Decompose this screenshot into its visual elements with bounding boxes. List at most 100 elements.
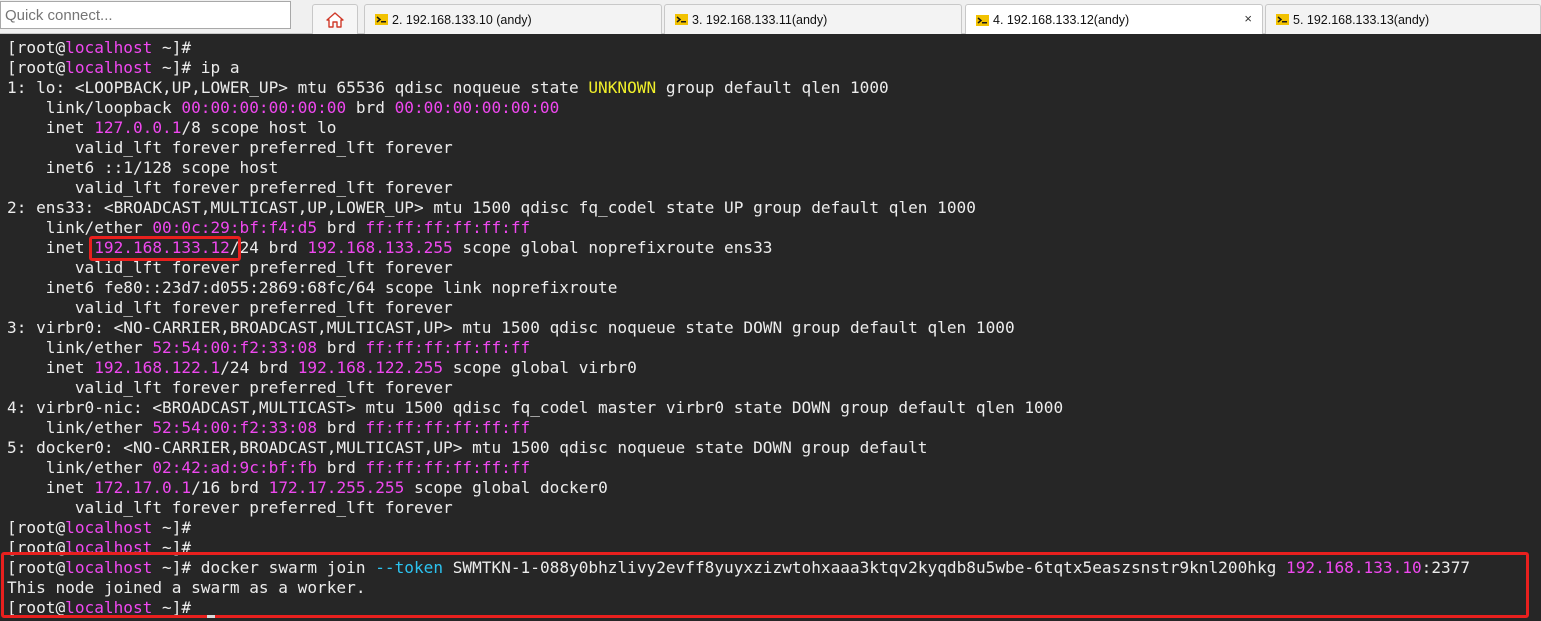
- terminal-line: inet 172.17.0.1/16 brd 172.17.255.255 sc…: [7, 478, 1470, 498]
- tab-bar: 2. 192.168.133.10 (andy) 3. 192.168.133.…: [0, 0, 1541, 35]
- terminal-text-segment: /24 brd: [220, 358, 298, 377]
- terminal-text-segment: link/ether: [7, 418, 153, 437]
- terminal-text-segment: brd: [317, 218, 366, 237]
- terminal-text-segment: ff:ff:ff:ff:ff:ff: [365, 418, 531, 437]
- terminal-line: valid_lft forever preferred_lft forever: [7, 178, 1470, 198]
- terminal-text-segment: inet6 fe80::23d7:d055:2869:68fc/64 scope…: [7, 278, 618, 297]
- terminal-line: inet 127.0.0.1/8 scope host lo: [7, 118, 1470, 138]
- terminal-text-segment: 1: lo: <LOOPBACK,UP,LOWER_UP> mtu 65536 …: [7, 78, 589, 97]
- terminal-text-segment: [root@: [7, 58, 66, 77]
- terminal-text-segment: link/ether: [7, 458, 153, 477]
- terminal-line: [root@localhost ~]#: [7, 518, 1470, 538]
- terminal-text-segment: 192.168.122.1: [94, 358, 221, 377]
- terminal-text-segment: ff:ff:ff:ff:ff:ff: [365, 458, 531, 477]
- terminal-text-segment: brd: [346, 98, 395, 117]
- terminal-text-segment: scope global noprefixroute ens33: [452, 238, 773, 257]
- terminal-text-segment: 192.168.122.255: [297, 358, 444, 377]
- terminal-line: [root@localhost ~]# ip a: [7, 58, 1470, 78]
- terminal-line: 4: virbr0-nic: <BROADCAST,MULTICAST> mtu…: [7, 398, 1470, 418]
- terminal-line: 3: virbr0: <NO-CARRIER,BROADCAST,MULTICA…: [7, 318, 1470, 338]
- quick-connect-input[interactable]: [0, 1, 291, 29]
- terminal-line: valid_lft forever preferred_lft forever: [7, 378, 1470, 398]
- terminal-text-segment: 52:54:00:f2:33:08: [152, 338, 318, 357]
- tab-session-2[interactable]: 2. 192.168.133.10 (andy): [364, 4, 662, 34]
- terminal-line: link/ether 02:42:ad:9c:bf:fb brd ff:ff:f…: [7, 458, 1470, 478]
- home-tab[interactable]: [312, 4, 358, 34]
- terminal-line: 2: ens33: <BROADCAST,MULTICAST,UP,LOWER_…: [7, 198, 1470, 218]
- terminal-line: valid_lft forever preferred_lft forever: [7, 498, 1470, 518]
- terminal-line: link/ether 00:0c:29:bf:f4:d5 brd ff:ff:f…: [7, 218, 1470, 238]
- tab-label: 4. 192.168.133.12(andy): [993, 13, 1130, 27]
- terminal-line: 5: docker0: <NO-CARRIER,BROADCAST,MULTIC…: [7, 438, 1470, 458]
- tab-session-5[interactable]: 5. 192.168.133.13(andy): [1265, 4, 1541, 34]
- terminal-line: link/ether 52:54:00:f2:33:08 brd ff:ff:f…: [7, 418, 1470, 438]
- terminal-text-segment: 3: virbr0: <NO-CARRIER,BROADCAST,MULTICA…: [7, 318, 1015, 337]
- terminal-text-segment: inet: [7, 478, 95, 497]
- terminal-session-icon: [976, 14, 989, 26]
- terminal-text-segment: ~]#: [152, 518, 192, 537]
- terminal-text-segment: /16 brd: [191, 478, 269, 497]
- terminal-line: inet 192.168.122.1/24 brd 192.168.122.25…: [7, 358, 1470, 378]
- terminal-text-segment: link/ether: [7, 338, 153, 357]
- home-icon: [326, 11, 344, 28]
- terminal-text-segment: group default qlen 1000: [656, 78, 889, 97]
- terminal-line: inet6 ::1/128 scope host: [7, 158, 1470, 178]
- terminal-text-segment: ~]#: [152, 38, 192, 57]
- tab-session-4[interactable]: 4. 192.168.133.12(andy) ×: [965, 4, 1263, 35]
- terminal-text-segment: 00:00:00:00:00:00: [181, 98, 347, 117]
- terminal-text-segment: /24 brd: [229, 238, 308, 257]
- terminal-text-segment: ff:ff:ff:ff:ff:ff: [365, 338, 531, 357]
- terminal-text-segment: brd: [317, 418, 366, 437]
- terminal-cursor: [207, 615, 215, 618]
- terminal-text-segment: 4: virbr0-nic: <BROADCAST,MULTICAST> mtu…: [7, 398, 1064, 417]
- terminal-text-segment: 02:42:ad:9c:bf:fb: [152, 458, 318, 477]
- terminal-line: valid_lft forever preferred_lft forever: [7, 258, 1470, 278]
- ip-address-highlight: [89, 236, 241, 261]
- terminal-line: link/loopback 00:00:00:00:00:00 brd 00:0…: [7, 98, 1470, 118]
- terminal-text-segment: inet: [7, 238, 95, 257]
- terminal-text-segment: localhost: [65, 58, 153, 77]
- terminal-session-icon: [375, 14, 388, 25]
- terminal-text-segment: ff:ff:ff:ff:ff:ff: [365, 218, 531, 237]
- terminal-text-segment: 00:00:00:00:00:00: [394, 98, 560, 117]
- terminal-text-segment: inet: [7, 118, 95, 137]
- terminal-line: valid_lft forever preferred_lft forever: [7, 298, 1470, 318]
- terminal-text-segment: link/ether: [7, 218, 153, 237]
- tab-session-3[interactable]: 3. 192.168.133.11(andy): [664, 4, 962, 34]
- terminal-text-segment: 00:0c:29:bf:f4:d5: [152, 218, 318, 237]
- terminal-text-segment: 192.168.133.255: [307, 238, 453, 257]
- terminal-text-segment: 5: docker0: <NO-CARRIER,BROADCAST,MULTIC…: [7, 438, 928, 457]
- terminal-text-segment: [root@: [7, 518, 66, 537]
- terminal-text-segment: ~]# ip a: [152, 58, 240, 77]
- terminal-session-icon: [1276, 14, 1289, 25]
- terminal-text-segment: valid_lft forever preferred_lft forever: [7, 178, 453, 197]
- terminal-session-icon: [675, 14, 688, 25]
- terminal-text-segment: 2: ens33: <BROADCAST,MULTICAST,UP,LOWER_…: [7, 198, 976, 217]
- terminal-line: 1: lo: <LOOPBACK,UP,LOWER_UP> mtu 65536 …: [7, 78, 1470, 98]
- terminal-text-segment: valid_lft forever preferred_lft forever: [7, 298, 453, 317]
- terminal-line: link/ether 52:54:00:f2:33:08 brd ff:ff:f…: [7, 338, 1470, 358]
- terminal-text-segment: 127.0.0.1: [94, 118, 182, 137]
- terminal-text-segment: brd: [317, 338, 366, 357]
- tab-label: 2. 192.168.133.10 (andy): [392, 12, 532, 27]
- terminal-text-segment: UNKNOWN: [588, 78, 657, 97]
- terminal-text-segment: inet6 ::1/128 scope host: [7, 158, 279, 177]
- terminal-output[interactable]: [root@localhost ~]# [root@localhost ~]# i…: [0, 34, 1541, 621]
- terminal-text-segment: localhost: [65, 38, 153, 57]
- terminal-text-segment: 172.17.255.255: [268, 478, 405, 497]
- terminal-line: valid_lft forever preferred_lft forever: [7, 138, 1470, 158]
- terminal-text-segment: /8 scope host lo: [181, 118, 337, 137]
- terminal-text-segment: link/loopback: [7, 98, 182, 117]
- terminal-text-segment: 52:54:00:f2:33:08: [152, 418, 318, 437]
- terminal-text-segment: valid_lft forever preferred_lft forever: [7, 138, 453, 157]
- terminal-text-segment: scope global docker0: [404, 478, 608, 497]
- terminal-text-segment: localhost: [65, 518, 153, 537]
- tab-label: 3. 192.168.133.11(andy): [692, 12, 828, 27]
- terminal-line: inet6 fe80::23d7:d055:2869:68fc/64 scope…: [7, 278, 1470, 298]
- terminal-text-segment: 172.17.0.1: [94, 478, 192, 497]
- terminal-text-segment: valid_lft forever preferred_lft forever: [7, 498, 453, 517]
- close-tab-icon[interactable]: ×: [1244, 11, 1252, 26]
- terminal-text: [root@localhost ~]# [root@localhost ~]# i…: [7, 38, 1470, 618]
- tab-label: 5. 192.168.133.13(andy): [1293, 12, 1430, 27]
- terminal-text-segment: [root@: [7, 38, 66, 57]
